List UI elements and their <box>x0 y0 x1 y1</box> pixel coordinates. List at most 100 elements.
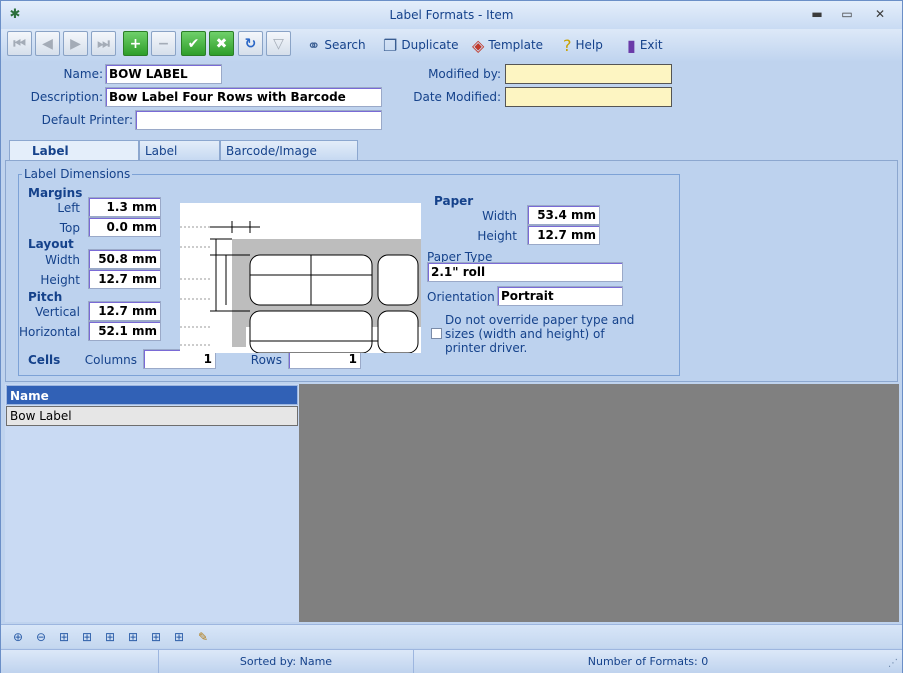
first-record-button[interactable]: ⏮ <box>7 31 32 56</box>
status-bar: Sorted by: Name Number of Formats: 0 ⋰ <box>1 649 902 673</box>
rows-label: Rows <box>250 353 282 367</box>
bottom-toolbar: ⊕ ⊖ ⊞ ⊞ ⊞ ⊞ ⊞ ⊞ ✎ <box>1 624 902 648</box>
grid-layout-icon[interactable]: ⊞ <box>125 629 141 645</box>
cancel-button[interactable]: ✖ <box>209 31 234 56</box>
duplicate-label: Duplicate <box>401 38 459 52</box>
name-column-header[interactable]: Name <box>6 385 298 405</box>
exit-button[interactable]: ▮ Exit <box>627 33 663 57</box>
layout-height-field[interactable]: 12.7 mm <box>88 269 161 289</box>
override-label-line-2: sizes (width and height) of <box>445 327 605 341</box>
exit-door-icon: ▮ <box>627 35 636 55</box>
date-modified-field <box>505 87 672 107</box>
modified-by-label: Modified by: <box>428 67 501 81</box>
pitch-horizontal-field[interactable]: 52.1 mm <box>88 321 161 341</box>
label-formats-window: ✱ Label Formats - Item ▬ ▭ ✕ ⏮ ◀ ▶ ⏭ + −… <box>0 0 903 673</box>
margin-top-field[interactable]: 0.0 mm <box>88 217 161 237</box>
toolbar: ⏮ ◀ ▶ ⏭ + − ✔ ✖ ↻ ▽ ⚭ Search ❐ Duplicate… <box>1 29 902 61</box>
grid-icon[interactable]: ✱ <box>7 7 23 23</box>
pitch-vertical-field[interactable]: 12.7 mm <box>88 301 161 321</box>
help-button[interactable]: ? Help <box>563 33 603 57</box>
label-layout-diagram <box>180 203 421 354</box>
margin-top-label: Top <box>59 221 80 235</box>
layout-height-label: Height <box>40 273 80 287</box>
zoom-out-icon[interactable]: ⊖ <box>33 629 49 645</box>
status-cell-empty <box>1 650 159 673</box>
cells-title: Cells <box>28 353 61 367</box>
binoculars-icon: ⚭ <box>307 35 321 55</box>
override-label-line-1: Do not override paper type and <box>445 313 635 327</box>
modified-by-field <box>505 64 672 84</box>
grid-rows-icon[interactable]: ⊞ <box>102 629 118 645</box>
label-cell-2 <box>377 254 419 306</box>
delete-record-button[interactable]: − <box>151 31 176 56</box>
format-count-status: Number of Formats: 0 <box>587 655 709 668</box>
description-field[interactable]: Bow Label Four Rows with Barcode <box>105 87 382 107</box>
exit-label: Exit <box>639 38 663 52</box>
paper-height-field[interactable]: 12.7 mm <box>527 225 600 245</box>
title-bar: ✱ Label Formats - Item ▬ ▭ ✕ <box>1 1 902 29</box>
resize-grip-icon[interactable]: ⋰ <box>886 657 900 671</box>
list-item[interactable]: Bow Label <box>6 406 298 426</box>
tag-icon: ◈ <box>472 35 485 55</box>
label-dimensions-group: Label Dimensions Margins Left 1.3 mm Top… <box>18 167 680 376</box>
add-record-button[interactable]: + <box>123 31 148 56</box>
duplicate-icon: ❐ <box>383 35 398 55</box>
sorted-by-status: Sorted by: Name <box>159 650 414 673</box>
grid-fit-icon[interactable]: ⊞ <box>148 629 164 645</box>
layout-width-field[interactable]: 50.8 mm <box>88 249 161 269</box>
tab-label-dimension[interactable]: Label Dimension <box>9 140 139 178</box>
paper-height-label: Height <box>477 229 517 243</box>
layout-title: Layout <box>28 237 74 251</box>
paper-type-field[interactable]: 2.1" roll <box>427 262 623 282</box>
filter-button[interactable]: ▽ <box>266 31 291 56</box>
minimize-icon[interactable]: ▬ <box>804 5 830 23</box>
name-label: Name: <box>63 67 103 81</box>
last-record-button[interactable]: ⏭ <box>91 31 116 56</box>
paper-width-field[interactable]: 53.4 mm <box>527 205 600 225</box>
help-icon: ? <box>563 35 572 55</box>
grid-compact-icon[interactable]: ⊞ <box>171 629 187 645</box>
orientation-field[interactable]: Portrait <box>497 286 623 306</box>
override-label-line-3: printer driver. <box>445 341 528 355</box>
tab-barcode-image-details[interactable]: Barcode/Image Details <box>220 140 358 178</box>
prev-record-button[interactable]: ◀ <box>35 31 60 56</box>
name-field[interactable]: BOW LABEL <box>105 64 222 84</box>
label-layout-diagram-svg <box>180 221 421 354</box>
tab-label-details[interactable]: Label Details <box>139 140 220 178</box>
window-title: Label Formats - Item <box>389 8 514 22</box>
label-dimensions-title: Label Dimensions <box>22 167 133 181</box>
grid-view-icon[interactable]: ⊞ <box>56 629 72 645</box>
override-checkbox-label: Do not override paper type and sizes (wi… <box>445 313 645 355</box>
description-label: Description: <box>30 90 103 104</box>
formats-list: Name Bow Label <box>5 384 299 622</box>
template-label: Template <box>488 38 544 52</box>
label-dimension-panel: Label Dimensions Margins Left 1.3 mm Top… <box>5 160 898 382</box>
template-button[interactable]: ◈ Template <box>472 33 543 57</box>
margin-left-field[interactable]: 1.3 mm <box>88 197 161 217</box>
paper-margin-strip <box>232 327 246 347</box>
pitch-horizontal-label: Horizontal <box>19 325 81 339</box>
default-printer-field[interactable] <box>135 110 382 130</box>
preview-area <box>299 384 899 622</box>
help-label: Help <box>575 38 603 52</box>
close-icon[interactable]: ✕ <box>867 5 893 23</box>
refresh-button[interactable]: ↻ <box>238 31 263 56</box>
grid-columns-icon[interactable]: ⊞ <box>79 629 95 645</box>
pitch-vertical-label: Vertical <box>35 305 80 319</box>
label-cell-3 <box>249 310 373 354</box>
date-modified-label: Date Modified: <box>413 90 501 104</box>
search-label: Search <box>324 38 366 52</box>
paper-title: Paper <box>434 194 474 208</box>
layout-width-label: Width <box>45 253 80 267</box>
edit-notes-icon[interactable]: ✎ <box>195 629 211 645</box>
save-button[interactable]: ✔ <box>181 31 206 56</box>
columns-label: Columns <box>84 353 137 367</box>
maximize-icon[interactable]: ▭ <box>834 5 860 23</box>
override-checkbox[interactable] <box>431 328 442 339</box>
zoom-in-icon[interactable]: ⊕ <box>10 629 26 645</box>
label-cell-4 <box>377 310 419 354</box>
duplicate-button[interactable]: ❐ Duplicate <box>383 33 459 57</box>
pitch-title: Pitch <box>28 290 63 304</box>
next-record-button[interactable]: ▶ <box>63 31 88 56</box>
search-button[interactable]: ⚭ Search <box>307 33 366 57</box>
